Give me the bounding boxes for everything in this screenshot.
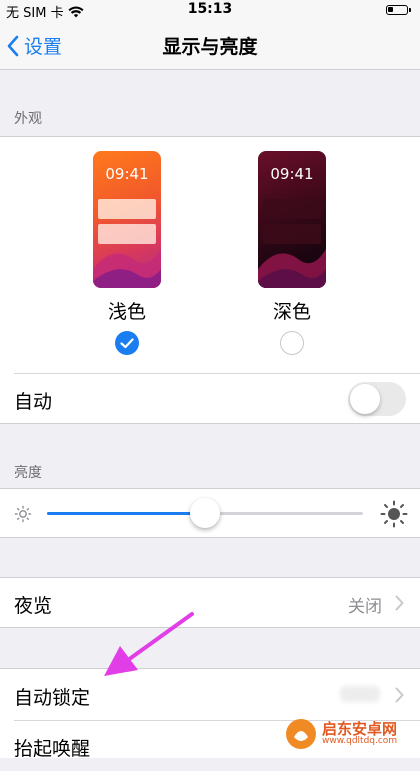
watermark-logo [286, 719, 316, 749]
watermark: 启东安卓网 www.qdltdq.com [284, 714, 416, 754]
watermark-name: 启东安卓网 [322, 719, 398, 738]
watermark-url: www.qdltdq.com [322, 736, 398, 747]
annotation-arrow [104, 612, 194, 676]
